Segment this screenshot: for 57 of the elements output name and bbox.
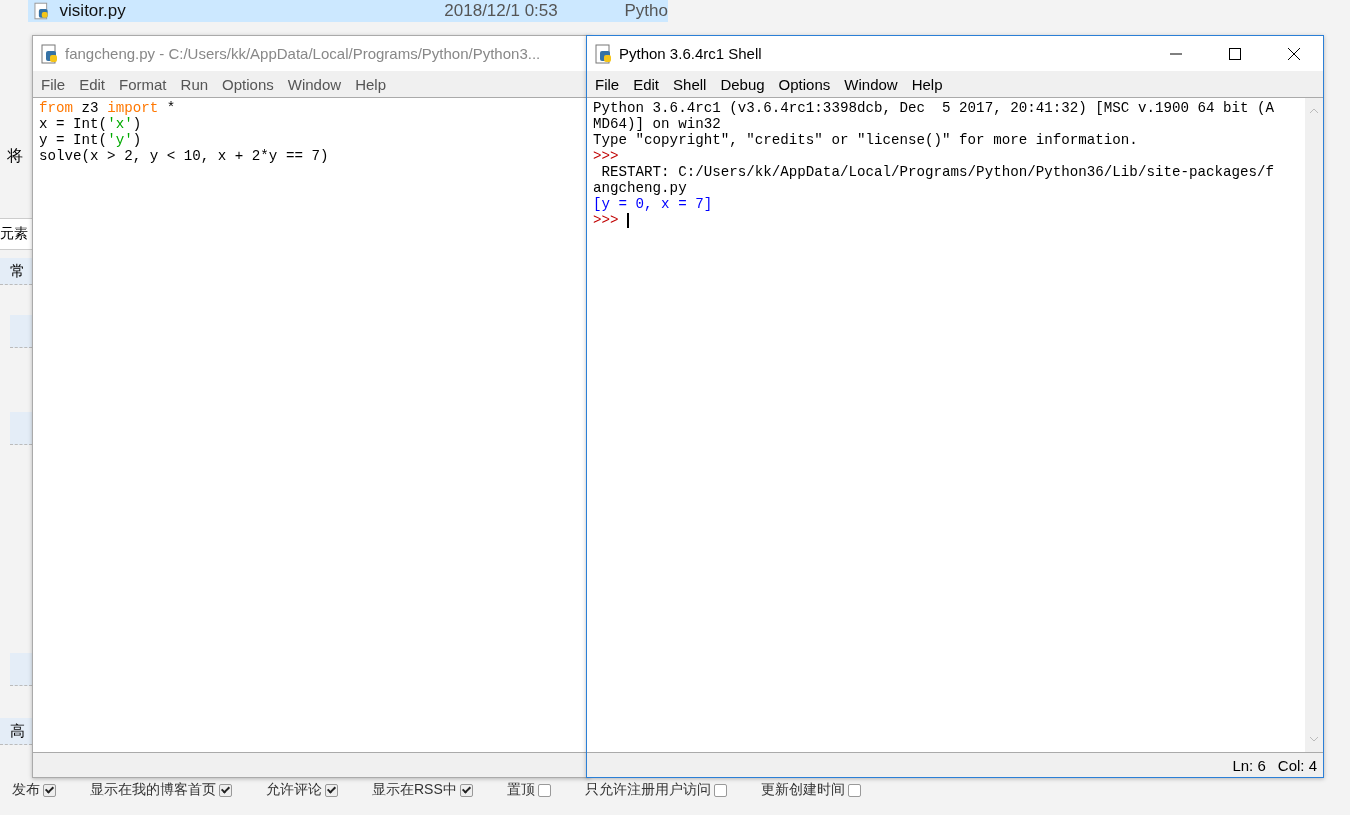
option-label: 更新创建时间 [760, 781, 845, 799]
checkbox[interactable] [537, 783, 551, 797]
line-number: Ln: 6 [1232, 756, 1266, 774]
code-editor[interactable]: from z3 import * x = Int('x') y = Int('y') solve(x > 2, y < 10, x + 2*y == 7) [33, 98, 589, 752]
section-header[interactable]: 高 [0, 718, 32, 745]
checkbox[interactable] [219, 783, 232, 797]
menu-item[interactable]: Help [348, 75, 393, 93]
python-file-icon [34, 2, 50, 20]
menu-item[interactable]: Shell [666, 75, 714, 93]
maximize-icon[interactable] [1229, 47, 1241, 60]
option-label: 显示在我的博客首页 [90, 781, 216, 799]
checkbox[interactable] [43, 783, 56, 797]
menu-item[interactable]: Edit [72, 75, 113, 93]
menu-item[interactable]: Options [215, 75, 281, 93]
column-number: Col: 4 [1277, 756, 1317, 774]
menu-item[interactable]: Help [904, 75, 950, 93]
menu-item[interactable]: Window [837, 75, 905, 93]
menu-item[interactable]: Window [280, 75, 349, 93]
shell-line: Python 3.6.4rc1 (v3.6.4rc1:3398dcb, Dec 5 2017, 20:41:32) [MSC v.1900 64 bit (A [593, 100, 1275, 116]
code-line: from z3 import * [39, 100, 177, 116]
python-file-icon [595, 43, 613, 64]
option-label: 置顶 [506, 781, 535, 799]
checkbox[interactable] [459, 783, 473, 797]
section-header[interactable]: 常 [0, 258, 32, 285]
checkbox[interactable] [847, 783, 861, 797]
shell-line: Type "copyright", "credits" or "license()" for more information. [593, 132, 1138, 148]
shell-line: [y = 0, x = 7] [593, 196, 713, 212]
file-name: visitor.py [59, 1, 127, 21]
menu-item[interactable]: Run [173, 75, 216, 93]
shell-line: >>> [593, 148, 619, 164]
shell-line: >>> [593, 212, 619, 228]
option-label: 发布 [12, 781, 40, 799]
file-type: Pytho [624, 1, 668, 21]
menu-item[interactable]: Debug [713, 75, 772, 93]
code-line: x = Int('x') [39, 116, 143, 132]
file-date: 2018/12/1 0:53 [444, 1, 559, 21]
menu-item[interactable]: Options [771, 75, 838, 93]
checkbox[interactable] [713, 783, 727, 797]
option-label: 显示在RSS中 [372, 781, 457, 799]
code-line: y = Int('y') [39, 132, 143, 148]
file-row[interactable]: visitor.py 2018/12/1 0:53 Pytho [28, 0, 668, 22]
menu-item[interactable]: Format [112, 75, 174, 93]
shell-line: RESTART: C:/Users/kk/AppData/Local/Programs/Python/Python36/Lib/site-packages/f [600, 164, 1275, 180]
shell-line: MD64)] on win32 [593, 116, 721, 132]
python-file-icon [41, 43, 59, 64]
checkbox[interactable] [325, 783, 338, 797]
shell-line: angcheng.py [593, 180, 687, 196]
intro-text: 将 [7, 146, 23, 166]
menu-item[interactable]: File [34, 75, 73, 93]
window-title: fangcheng.py - C:/Users/kk/AppData/Local/Programs/Python/Python3... [65, 45, 541, 62]
code-line: solve(x > 2, y < 10, x + 2*y == 7) [39, 148, 330, 164]
close-icon[interactable] [1288, 47, 1300, 60]
option-label: 允许评论 [266, 781, 322, 799]
option-label: 只允许注册用户访问 [584, 781, 711, 799]
menu-item[interactable]: File [588, 75, 627, 93]
menu-item[interactable]: Edit [626, 75, 667, 93]
window-title: Python 3.6.4rc1 Shell [619, 45, 762, 62]
